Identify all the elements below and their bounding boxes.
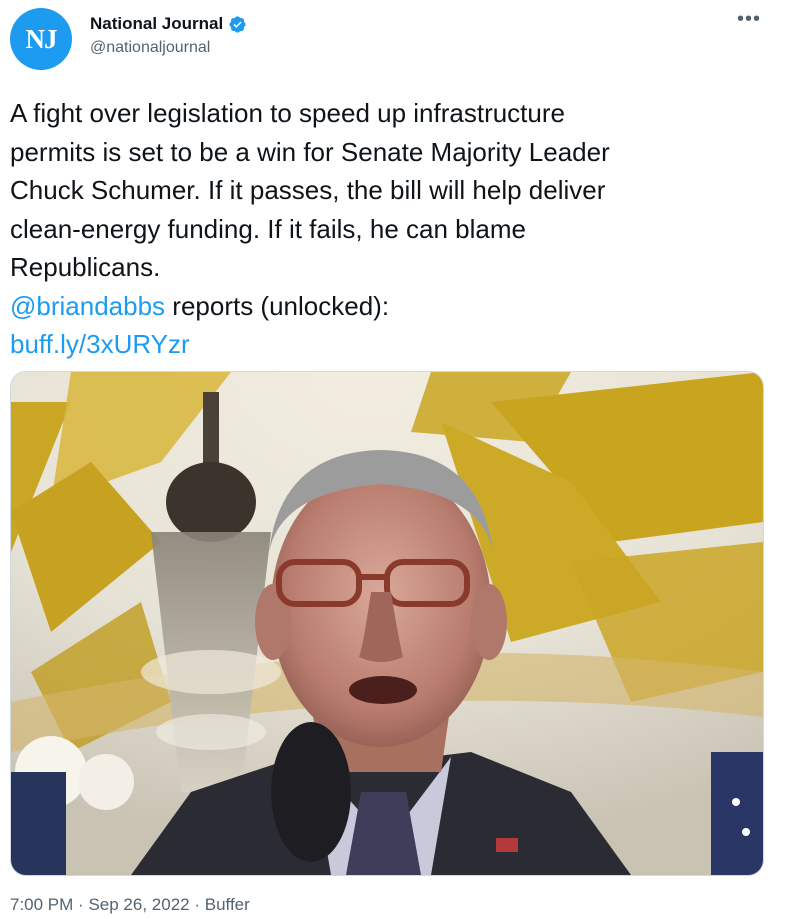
- tweet-photo[interactable]: [10, 371, 764, 876]
- meta-separator: ·: [194, 895, 201, 914]
- mention-suffix: reports (unlocked):: [165, 290, 390, 321]
- tweet-text-line: permits is set to be a win for Senate Ma…: [10, 136, 610, 167]
- name-row: National Journal: [90, 14, 247, 34]
- link-line: buff.ly/3xURYzr: [10, 325, 770, 364]
- avatar[interactable]: NJ: [10, 8, 72, 70]
- tweet-text-line: clean-energy funding. If it fails, he ca…: [10, 213, 526, 244]
- tweet-time[interactable]: 7:00 PM: [10, 895, 73, 914]
- avatar-initials: NJ: [25, 23, 58, 54]
- meta-separator: ·: [78, 895, 84, 914]
- handle[interactable]: @nationaljournal: [90, 39, 247, 57]
- url-link[interactable]: buff.ly/3xURYzr: [10, 329, 190, 359]
- tweet-text: A fight over legislation to speed up inf…: [10, 94, 770, 364]
- tweet-meta: 7:00 PM · Sep 26, 2022 · Buffer: [10, 895, 250, 915]
- mention-link[interactable]: @briandabbs: [10, 291, 165, 321]
- tweet-date[interactable]: Sep 26, 2022: [88, 895, 189, 914]
- mention-line: @briandabbs reports (unlocked):: [10, 287, 770, 326]
- tweet-text-line: Republicans.: [10, 252, 161, 282]
- tweet-text-line: Chuck Schumer. If it passes, the bill wi…: [10, 175, 606, 205]
- tweet-source[interactable]: Buffer: [205, 895, 250, 914]
- photo-image: [11, 372, 763, 875]
- tweet-text-line: A fight over legislation to speed up inf…: [10, 98, 565, 128]
- display-name[interactable]: National Journal: [90, 14, 223, 34]
- verified-badge-icon: [229, 15, 246, 33]
- author-names: National Journal @nationaljournal: [90, 14, 247, 57]
- more-horizontal-icon[interactable]: •••: [737, 8, 761, 31]
